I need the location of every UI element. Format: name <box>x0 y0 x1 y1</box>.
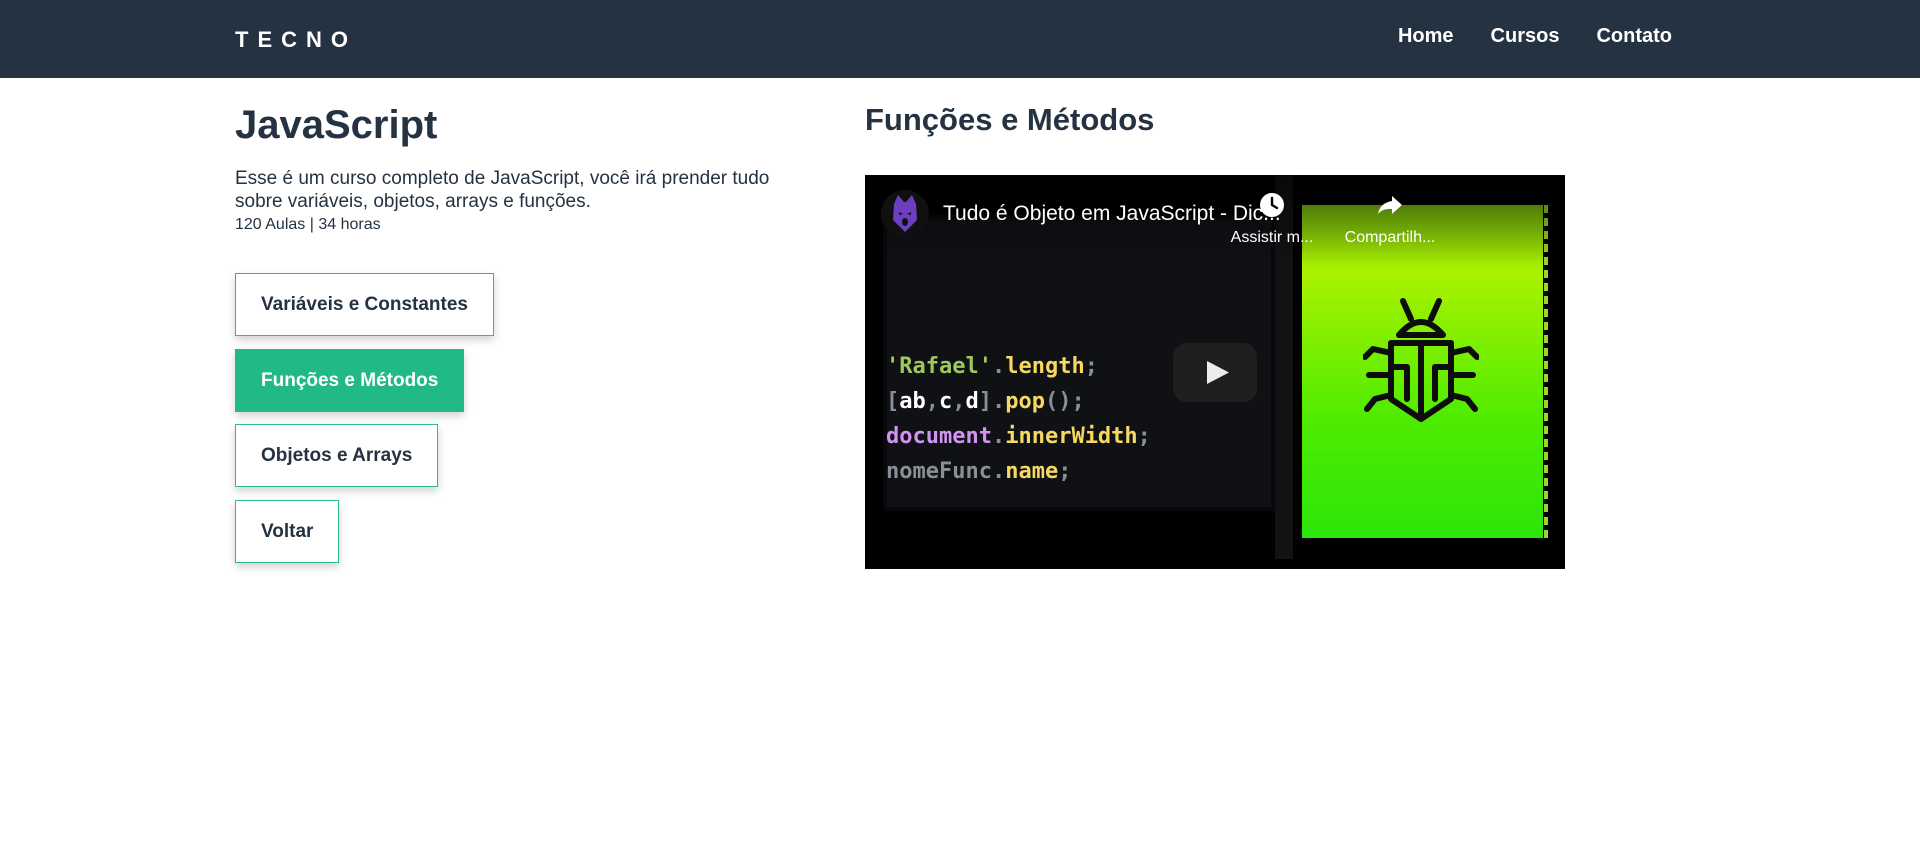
share-button[interactable]: Compartilh... <box>1335 192 1445 247</box>
main-nav: Home Cursos Contato <box>1398 25 1672 48</box>
back-button[interactable]: Voltar <box>235 500 340 563</box>
bug-icon <box>1363 298 1479 422</box>
wolf-avatar-icon <box>893 195 917 232</box>
watch-later-button[interactable]: Assistir m... <box>1217 192 1327 247</box>
lesson-title: Funções e Métodos <box>865 102 1155 137</box>
nav-contato-link[interactable]: Contato <box>1596 25 1672 48</box>
nav-home-link[interactable]: Home <box>1398 25 1454 48</box>
channel-avatar[interactable] <box>881 190 929 238</box>
course-description: Esse é um curso completo de JavaScript, … <box>235 168 770 212</box>
watch-later-label: Assistir m... <box>1230 229 1314 246</box>
module-button-funcoes[interactable]: Funções e Métodos <box>235 349 465 412</box>
clock-icon <box>1260 193 1284 217</box>
site-logo[interactable]: TECNO <box>235 27 357 53</box>
site-header: TECNO Home Cursos Contato <box>0 0 1920 78</box>
course-meta: 120 Aulas | 34 horas <box>235 216 381 233</box>
module-button-objetos[interactable]: Objetos e Arrays <box>235 424 439 487</box>
nav-cursos-link[interactable]: Cursos <box>1491 25 1560 48</box>
play-icon <box>1207 361 1229 384</box>
module-button-variaveis[interactable]: Variáveis e Constantes <box>235 273 494 336</box>
video-player[interactable]: 'Rafael'.length; [ab,c,d].pop(); documen… <box>865 175 1565 569</box>
share-icon <box>1378 196 1402 214</box>
course-title: JavaScript <box>235 103 438 147</box>
video-code-snippet: 'Rafael'.length; [ab,c,d].pop(); documen… <box>886 354 1151 484</box>
share-label: Compartilh... <box>1344 229 1436 246</box>
play-button[interactable] <box>1173 343 1257 402</box>
